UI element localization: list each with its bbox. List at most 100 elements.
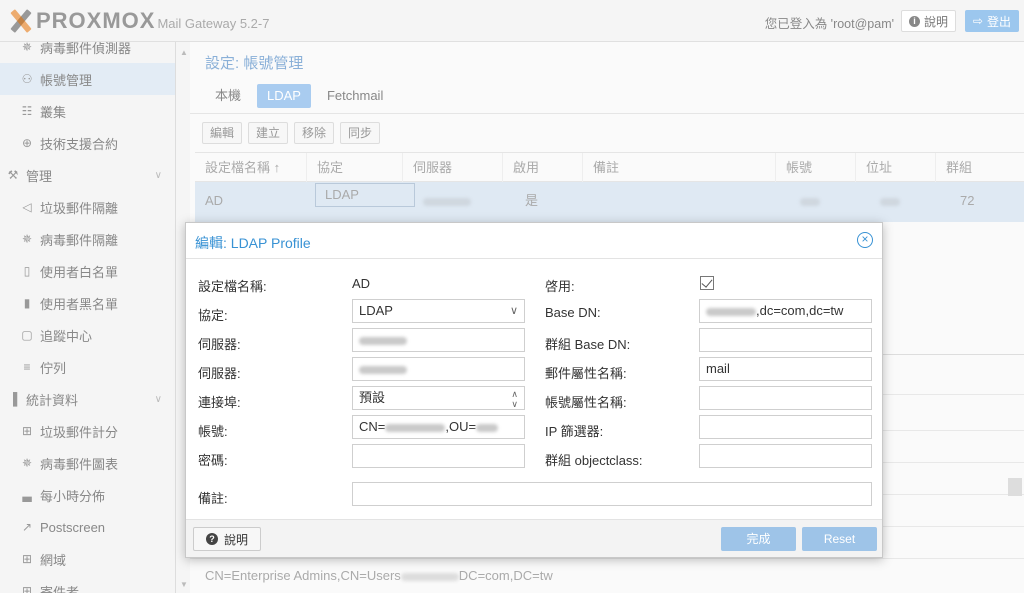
sidebar-item-hourly-distribution[interactable]: ▃ 每小時分佈 — [0, 479, 175, 511]
chevron-down-icon: ∨ — [154, 393, 162, 405]
proxmox-logo: PROXMOX Mail Gateway 5.2-7 — [8, 8, 269, 33]
ip-filter-input[interactable] — [699, 415, 872, 439]
edit-button[interactable]: 編輯 — [202, 122, 243, 144]
ok-button[interactable]: 完成 — [721, 527, 796, 551]
account-attr-input[interactable] — [699, 386, 872, 410]
redacted-text — [880, 197, 900, 206]
account-input[interactable]: CN= ,OU= — [352, 415, 525, 439]
create-button[interactable]: 建立 — [248, 122, 289, 144]
column-header-comment[interactable]: 備註 — [583, 153, 776, 182]
base-dn-input[interactable]: ,dc=com,dc=tw — [699, 299, 872, 323]
column-header-enabled[interactable]: 啟用 — [503, 153, 583, 182]
sidebar-item-label: 叢集 — [40, 104, 67, 120]
account-label: 帳號: — [198, 424, 228, 439]
table-row[interactable]: AD LDAP 是 72 — [195, 182, 1024, 222]
base-dn-value: ,dc=com,dc=tw — [756, 303, 844, 318]
sidebar-item-cluster[interactable]: ☷ 叢集 — [0, 95, 175, 127]
header-help-button[interactable]: i 說明 — [900, 10, 956, 32]
sidebar-item-tracking-center[interactable]: ▢ 追蹤中心 — [0, 319, 175, 351]
base-dn-label: Base DN: — [545, 305, 601, 320]
server2-input[interactable] — [352, 357, 525, 381]
tab-ldap[interactable]: LDAP — [257, 84, 311, 108]
column-header-server[interactable]: 伺服器 — [403, 153, 503, 182]
sidebar-item-label: 網域 — [40, 552, 67, 568]
sidebar-item-label: 帳號管理 — [40, 72, 93, 88]
sidebar-item-subscription[interactable]: ⊕ 技術支援合約 — [0, 127, 175, 159]
protocol-select[interactable]: LDAP ∨ — [352, 299, 525, 323]
sidebar-nav: ✵ 病毒郵件偵測器 ⚇ 帳號管理 ☷ 叢集 ⊕ 技術支援合約 ⚒ 管理 ∨ ◁ 垃圾郵件隔離 … — [0, 42, 176, 593]
sidebar-item-spam-quarantine[interactable]: ◁ 垃圾郵件隔離 — [0, 191, 175, 223]
cell-groups: 72 — [960, 193, 975, 208]
sidebar-scroll-down-icon[interactable]: ▼ — [180, 580, 188, 589]
column-header-groups[interactable]: 群組 — [936, 153, 1024, 182]
edit-ldap-profile-dialog: 編輯: LDAP Profile × 設定檔名稱: AD 協定: LDAP ∨ … — [185, 222, 883, 558]
spinner-arrows-icon[interactable]: ∧ ∨ — [511, 389, 518, 409]
scrollbar-thumb[interactable] — [1008, 478, 1022, 496]
info-icon: i — [908, 15, 920, 27]
mail-attr-label: 郵件屬性名稱: — [545, 366, 627, 381]
sidebar-item-spam-scores[interactable]: ⊞ 垃圾郵件計分 — [0, 415, 175, 447]
life-ring-icon: ⊕ — [21, 136, 33, 150]
port-label: 連接埠: — [198, 395, 241, 410]
divider — [190, 558, 1024, 559]
sidebar-item-user-blacklist[interactable]: ▮ 使用者黑名單 — [0, 287, 175, 319]
cell-protocol[interactable]: LDAP — [315, 183, 415, 207]
sidebar-item-label: 統計資料 — [26, 392, 79, 408]
logout-button[interactable]: ⇨ 登出 — [964, 10, 1019, 32]
sidebar-item-queues[interactable]: ≡ 佇列 — [0, 351, 175, 383]
tab-local[interactable]: 本機 — [205, 84, 251, 108]
sidebar-item-domains[interactable]: ⊞ 網域 — [0, 543, 175, 575]
group-dn-part: CN=Enterprise Admins,CN=Users — [205, 568, 401, 583]
dialog-help-button[interactable]: ? 說明 — [193, 527, 262, 551]
password-input[interactable] — [352, 444, 525, 468]
enabled-checkbox[interactable] — [700, 276, 714, 290]
line-chart-icon: ↗ — [21, 520, 33, 534]
column-header-protocol[interactable]: 協定 — [307, 153, 403, 182]
dialog-header: 編輯: LDAP Profile × — [186, 223, 882, 259]
sync-button[interactable]: 同步 — [340, 122, 381, 144]
proxmox-x-icon — [8, 9, 34, 33]
sidebar-item-administration[interactable]: ⚒ 管理 ∨ — [0, 159, 175, 191]
logo-text: PROXMOX — [36, 8, 156, 33]
group-objectclass-input[interactable] — [699, 444, 872, 468]
column-header-profile[interactable]: 設定檔名稱 ↑ — [195, 153, 307, 182]
server1-input[interactable] — [352, 328, 525, 352]
profile-name-label: 設定檔名稱: — [198, 279, 267, 294]
group-base-dn-input[interactable] — [699, 328, 872, 352]
tab-fetchmail[interactable]: Fetchmail — [317, 84, 393, 108]
sidebar-item-label: 每小時分佈 — [40, 488, 106, 504]
sidebar-item-senders[interactable]: ⊞ 寄件者 — [0, 575, 175, 593]
sidebar-item-virus-detector[interactable]: ✵ 病毒郵件偵測器 — [0, 42, 175, 63]
sidebar-item-user-whitelist[interactable]: ▯ 使用者白名單 — [0, 255, 175, 287]
grid-toolbar: 編輯 建立 移除 同步 — [202, 122, 381, 144]
chevron-down-icon: ∨ — [154, 169, 162, 181]
cell-profile: AD — [205, 193, 224, 208]
sidebar-item-virus-charts[interactable]: ✵ 病毒郵件圖表 — [0, 447, 175, 479]
comment-input[interactable] — [352, 482, 872, 506]
sidebar-item-virus-quarantine[interactable]: ✵ 病毒郵件隔離 — [0, 223, 175, 255]
sidebar-item-label: 追蹤中心 — [40, 328, 93, 344]
redacted-text — [359, 365, 407, 374]
protocol-label: 協定: — [198, 308, 228, 323]
mail-attr-input[interactable]: mail — [699, 357, 872, 381]
list-icon: ≡ — [23, 360, 31, 374]
account-value-part: ,OU= — [445, 419, 477, 434]
page-title: 設定: 帳號管理 — [205, 55, 304, 72]
close-icon[interactable]: × — [857, 232, 873, 248]
sidebar-item-postscreen[interactable]: ↗ Postscreen — [0, 511, 175, 543]
remove-button[interactable]: 移除 — [294, 122, 335, 144]
table-icon: ⊞ — [21, 552, 33, 566]
group-objectclass-label: 群組 objectclass: — [545, 453, 643, 468]
group-dn-text: CN=Enterprise Admins,CN=Users DC=com,DC=t… — [205, 568, 553, 583]
port-spinner[interactable]: 預設 ∧ ∨ — [352, 386, 525, 410]
dialog-footer: ? 說明 完成 Reset — [186, 519, 882, 557]
sidebar-item-user-management[interactable]: ⚇ 帳號管理 — [0, 63, 175, 95]
column-header-addresses[interactable]: 位址 — [856, 153, 936, 182]
redacted-text — [400, 572, 459, 581]
reset-button[interactable]: Reset — [802, 527, 877, 551]
sidebar-item-statistics[interactable]: ▐ 統計資料 ∨ — [0, 383, 175, 415]
column-header-accounts[interactable]: 帳號 — [776, 153, 856, 182]
comment-label: 備註: — [198, 491, 228, 506]
sidebar-scroll-up-icon[interactable]: ▲ — [180, 48, 188, 57]
password-label: 密碼: — [198, 453, 228, 468]
